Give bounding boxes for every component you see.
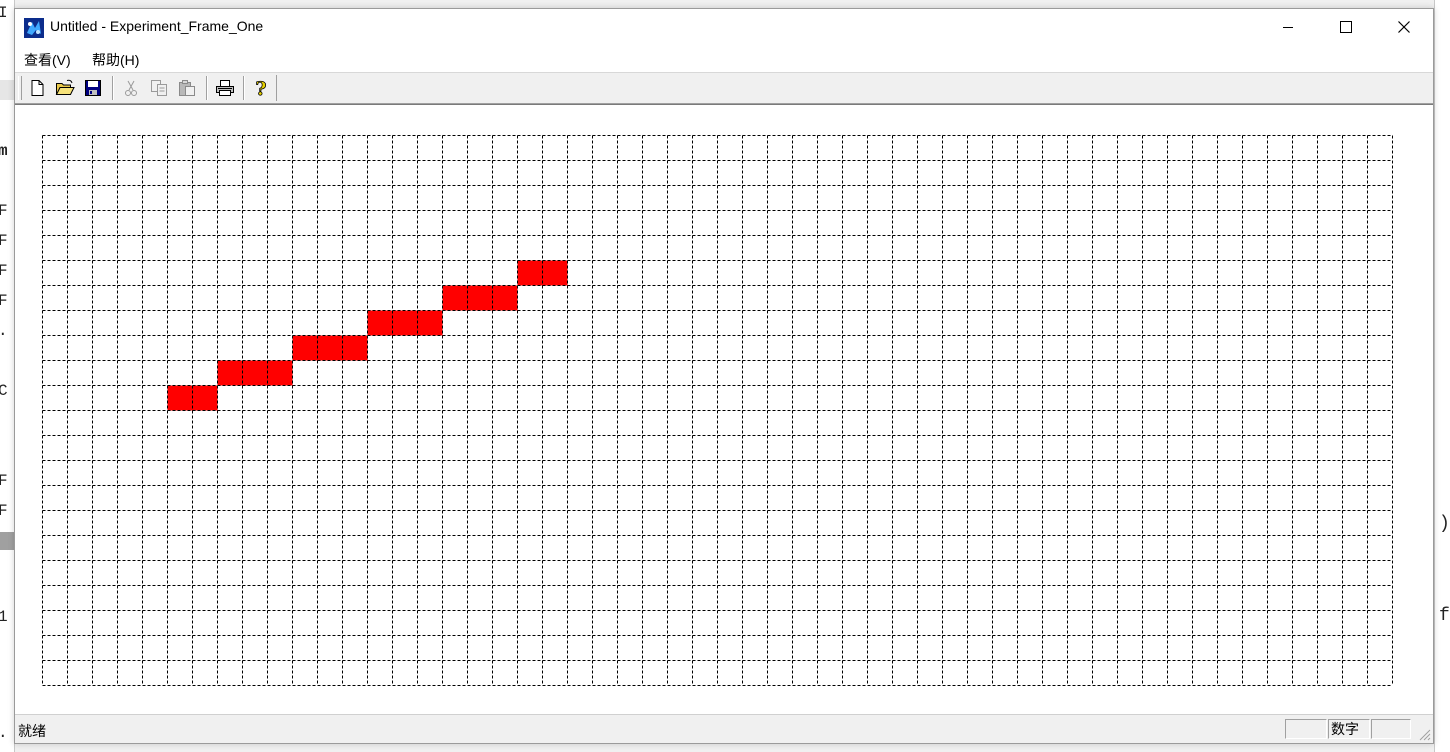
filled-pixel-cell [492, 285, 518, 311]
save-disk-icon [85, 80, 101, 96]
filled-pixel-cell [192, 385, 218, 411]
bg-char: . [0, 322, 8, 340]
filled-pixel-cell [242, 360, 268, 386]
open-button[interactable] [53, 76, 77, 100]
pixel-grid-canvas[interactable] [15, 105, 1433, 713]
copy-icon [151, 80, 167, 96]
background-toolbar-band [0, 80, 14, 100]
bg-char: C [0, 382, 8, 400]
help-question-icon: ? [255, 78, 267, 98]
resize-grip-icon[interactable] [1417, 727, 1431, 741]
app-window: Untitled - Experiment_Frame_One 查看(V) 帮助… [14, 8, 1434, 744]
minimize-icon [1283, 27, 1293, 28]
filled-pixel-cell [342, 335, 368, 361]
bg-char: F [0, 292, 8, 310]
bg-char: F [0, 472, 8, 490]
toolbar: ? [15, 72, 1433, 104]
filled-pixel-cell [442, 285, 468, 311]
bg-char: 1 [0, 608, 8, 626]
filled-pixel-cell [317, 335, 343, 361]
filled-pixel-cell [217, 360, 243, 386]
status-pane-num: 数字 [1328, 719, 1370, 739]
new-button[interactable] [25, 76, 49, 100]
menu-bar: 查看(V) 帮助(H) [15, 45, 1433, 72]
bg-char: ) [1439, 514, 1450, 534]
bg-char: m [0, 142, 8, 160]
bg-char: F [0, 502, 8, 520]
status-pane-caps [1285, 719, 1327, 739]
maximize-icon [1340, 21, 1352, 33]
help-button[interactable]: ? [249, 76, 273, 100]
status-pane-scroll [1371, 719, 1411, 739]
toolbar-end-edge [276, 75, 277, 101]
bg-char: F [0, 232, 8, 250]
bg-char: F [0, 262, 8, 280]
toolbar-separator [206, 76, 208, 100]
background-window-left: I m F F F F . C F F 1 . [0, 0, 15, 752]
background-window-right: ) f [1434, 0, 1450, 752]
toolbar-separator [243, 76, 245, 100]
print-button[interactable] [213, 76, 237, 100]
toolbar-grip[interactable] [18, 76, 22, 100]
background-scrollbar [0, 532, 14, 550]
bg-char: f [1439, 606, 1450, 626]
close-icon [1398, 21, 1410, 33]
bg-char: I [0, 4, 8, 22]
print-icon [216, 80, 234, 96]
filled-pixel-cell [392, 310, 418, 336]
filled-pixel-cell [517, 260, 543, 286]
filled-pixel-cell [467, 285, 493, 311]
open-folder-icon [55, 79, 75, 95]
filled-pixel-cell [267, 360, 293, 386]
minimize-button[interactable] [1259, 9, 1317, 45]
new-document-icon [31, 80, 44, 96]
drawing-canvas-area[interactable] [15, 104, 1433, 714]
close-button[interactable] [1375, 9, 1433, 45]
menu-help[interactable]: 帮助(H) [92, 50, 139, 70]
copy-button[interactable] [147, 76, 171, 100]
maximize-button[interactable] [1317, 9, 1375, 45]
menu-view[interactable]: 查看(V) [24, 50, 71, 70]
status-bar: 就绪 数字 [15, 714, 1433, 743]
paste-icon [179, 80, 195, 96]
filled-pixel-cell [167, 385, 193, 411]
svg-text:?: ? [255, 78, 266, 98]
window-title: Untitled - Experiment_Frame_One [50, 18, 264, 34]
bg-char: . [0, 724, 8, 742]
save-button[interactable] [81, 76, 105, 100]
bg-char: F [0, 202, 8, 220]
filled-pixel-cell [367, 310, 393, 336]
status-text: 就绪 [18, 723, 46, 739]
paste-button[interactable] [175, 76, 199, 100]
filled-pixel-cell [292, 335, 318, 361]
cut-button[interactable] [119, 76, 143, 100]
cut-scissors-icon [125, 80, 137, 96]
filled-pixel-cell [417, 310, 443, 336]
title-bar[interactable]: Untitled - Experiment_Frame_One [15, 9, 1433, 45]
filled-pixel-cell [542, 260, 568, 286]
toolbar-separator [112, 76, 114, 100]
app-icon [24, 18, 44, 38]
